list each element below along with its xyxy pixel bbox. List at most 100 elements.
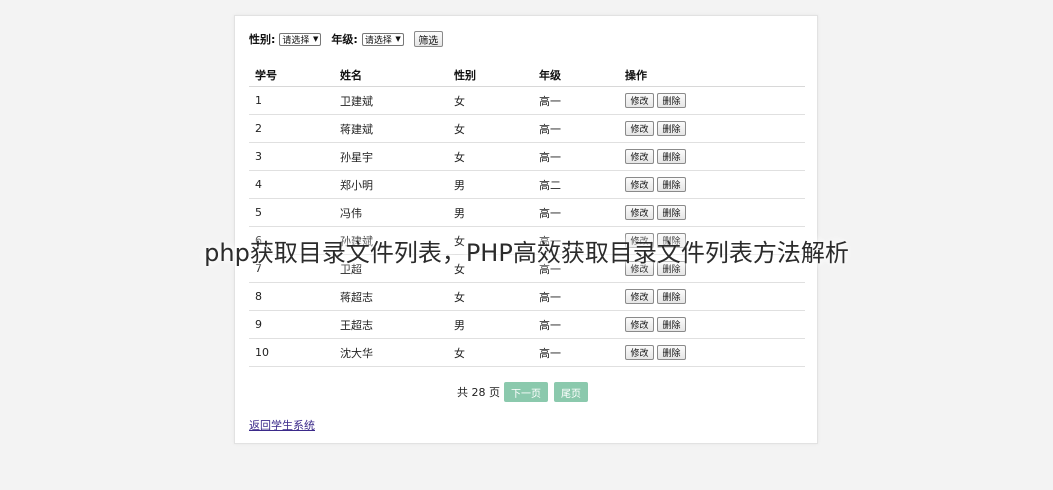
cell-actions: 修改 删除 [619,198,805,227]
last-page-button[interactable]: 尾页 [554,382,588,402]
table-row: 7 卫超女高一 修改 删除 [249,254,805,283]
next-page-button[interactable]: 下一页 [504,382,548,402]
cell-name: 卫超 [334,254,448,283]
cell-grade: 高一 [533,310,619,339]
cell-gender: 女 [448,114,533,143]
cell-id: 8 [249,282,334,311]
cell-id: 9 [249,310,334,339]
cell-actions: 修改 删除 [619,254,805,283]
cell-name: 卫建斌 [334,86,448,115]
table-row: 6 孙建斌女高一 修改 删除 [249,226,805,255]
cell-grade: 高一 [533,254,619,283]
header-gender: 性别 [448,64,533,87]
cell-actions: 修改 删除 [619,170,805,199]
delete-button[interactable]: 删除 [657,289,686,304]
cell-grade: 高一 [533,198,619,227]
delete-button[interactable]: 删除 [657,121,686,136]
cell-name: 孙星宇 [334,142,448,171]
cell-grade: 高一 [533,114,619,143]
chevron-down-icon: ▼ [313,35,319,43]
table-row: 4 郑小明男高二 修改 删除 [249,170,805,199]
cell-name: 沈大华 [334,338,448,367]
table-row: 1 卫建斌女高一 修改 删除 [249,86,805,115]
header-actions: 操作 [619,64,805,87]
delete-button[interactable]: 删除 [657,233,686,248]
cell-grade: 高一 [533,142,619,171]
table-row: 9 王超志男高一 修改 删除 [249,310,805,339]
cell-grade: 高一 [533,86,619,115]
edit-button[interactable]: 修改 [625,121,654,136]
cell-grade: 高二 [533,170,619,199]
cell-gender: 男 [448,198,533,227]
cell-id: 3 [249,142,334,171]
cell-actions: 修改 删除 [619,310,805,339]
student-panel: 性别: 请选择 ▼ 年级: 请选择 ▼ 筛选 学号 姓名 性别 年级 操作 1卫… [234,15,818,444]
gender-select[interactable]: 请选择 ▼ [279,32,322,46]
table-row: 10 沈大华女高一 修改 删除 [249,338,805,367]
cell-name: 孙建斌 [334,226,448,255]
gender-label: 性别: [249,33,276,46]
gender-select-value: 请选择 [282,35,310,46]
cell-id: 1 [249,86,334,115]
cell-actions: 修改 删除 [619,282,805,311]
back-to-system-link[interactable]: 返回学生系统 [249,417,315,433]
delete-button[interactable]: 删除 [657,205,686,220]
delete-button[interactable]: 删除 [657,93,686,108]
cell-gender: 女 [448,86,533,115]
edit-button[interactable]: 修改 [625,149,654,164]
cell-actions: 修改 删除 [619,142,805,171]
cell-gender: 女 [448,226,533,255]
grade-label: 年级: [331,33,358,46]
cell-name: 王超志 [334,310,448,339]
cell-actions: 修改 删除 [619,338,805,367]
cell-name: 郑小明 [334,170,448,199]
cell-id: 5 [249,198,334,227]
cell-actions: 修改 删除 [619,114,805,143]
student-table: 学号 姓名 性别 年级 操作 1 卫建斌女高一 修改 删除 2 蒋建斌女高一 修改 删除 3 孙星… [249,64,805,367]
cell-gender: 女 [448,142,533,171]
header-id: 学号 [249,64,334,87]
edit-button[interactable]: 修改 [625,261,654,276]
cell-id: 7 [249,254,334,283]
edit-button[interactable]: 修改 [625,205,654,220]
edit-button[interactable]: 修改 [625,233,654,248]
filter-button[interactable]: 筛选 [413,31,443,47]
filter-bar: 性别: 请选择 ▼ 年级: 请选择 ▼ 筛选 [249,30,443,48]
cell-gender: 男 [448,170,533,199]
cell-grade: 高一 [533,282,619,311]
header-name: 姓名 [334,64,448,87]
cell-name: 蒋超志 [334,282,448,311]
table-row: 8 蒋超志女高一 修改 删除 [249,282,805,311]
grade-select[interactable]: 请选择 ▼ [361,32,404,46]
cell-gender: 女 [448,338,533,367]
cell-grade: 高一 [533,338,619,367]
header-grade: 年级 [533,64,619,87]
table-header-row: 学号 姓名 性别 年级 操作 [249,64,805,87]
cell-id: 2 [249,114,334,143]
table-row: 3 孙星宇女高一 修改 删除 [249,142,805,171]
edit-button[interactable]: 修改 [625,345,654,360]
delete-button[interactable]: 删除 [657,149,686,164]
pagination: 共 28 页 下一页 尾页 [457,382,588,402]
delete-button[interactable]: 删除 [657,345,686,360]
cell-grade: 高一 [533,226,619,255]
edit-button[interactable]: 修改 [625,289,654,304]
table-row: 5 冯伟男高一 修改 删除 [249,198,805,227]
delete-button[interactable]: 删除 [657,317,686,332]
table-row: 2 蒋建斌女高一 修改 删除 [249,114,805,143]
edit-button[interactable]: 修改 [625,317,654,332]
chevron-down-icon: ▼ [395,35,401,43]
delete-button[interactable]: 删除 [657,261,686,276]
page-count: 共 28 页 [457,386,500,399]
delete-button[interactable]: 删除 [657,177,686,192]
cell-actions: 修改 删除 [619,226,805,255]
cell-actions: 修改 删除 [619,86,805,115]
cell-id: 4 [249,170,334,199]
grade-select-value: 请选择 [364,35,392,46]
cell-gender: 男 [448,310,533,339]
cell-name: 蒋建斌 [334,114,448,143]
edit-button[interactable]: 修改 [625,93,654,108]
cell-gender: 女 [448,254,533,283]
edit-button[interactable]: 修改 [625,177,654,192]
cell-id: 10 [249,338,334,367]
